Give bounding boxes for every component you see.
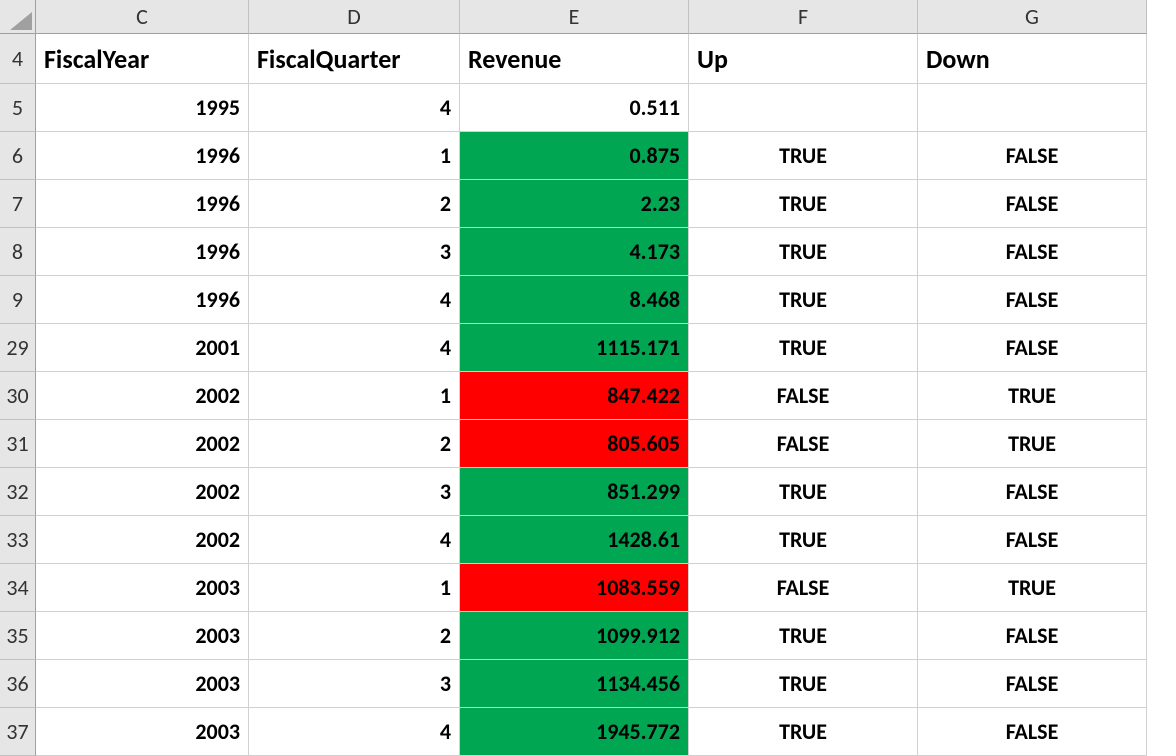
cell-e-37[interactable]: 1945.772 [460,708,689,756]
col-header-f[interactable]: F [689,0,918,34]
cell-f-34[interactable]: FALSE [689,564,918,612]
cell-f-9[interactable]: TRUE [689,276,918,324]
cell-c-29[interactable]: 2001 [36,324,249,372]
cell-g-36[interactable]: FALSE [918,660,1147,708]
cell-c-5[interactable]: 1995 [36,84,249,132]
cell-d-32[interactable]: 3 [249,468,460,516]
cell-g-31[interactable]: TRUE [918,420,1147,468]
cell-g-6[interactable]: FALSE [918,132,1147,180]
cell-c-34[interactable]: 2003 [36,564,249,612]
spreadsheet-grid[interactable]: C D E F G 4FiscalYearFiscalQuarterRevenu… [0,0,1176,756]
cell-d-5[interactable]: 4 [249,84,460,132]
cell-f-5[interactable] [689,84,918,132]
row-header-6[interactable]: 6 [0,132,36,180]
cell-c-36[interactable]: 2003 [36,660,249,708]
cell-f-30[interactable]: FALSE [689,372,918,420]
row-header-7[interactable]: 7 [0,180,36,228]
cell-f-37[interactable]: TRUE [689,708,918,756]
cell-e-30[interactable]: 847.422 [460,372,689,420]
row-header-34[interactable]: 34 [0,564,36,612]
col-header-c[interactable]: C [36,0,249,34]
cell-d-33[interactable]: 4 [249,516,460,564]
cell-c-31[interactable]: 2002 [36,420,249,468]
cell-d-37[interactable]: 4 [249,708,460,756]
cell-g-33[interactable]: FALSE [918,516,1147,564]
cell-c-6[interactable]: 1996 [36,132,249,180]
cell-g-32[interactable]: FALSE [918,468,1147,516]
cell-e-29[interactable]: 1115.171 [460,324,689,372]
cell-g-7[interactable]: FALSE [918,180,1147,228]
col-header-e[interactable]: E [460,0,689,34]
cell-d-30[interactable]: 1 [249,372,460,420]
cell-d-31[interactable]: 2 [249,420,460,468]
cell-e-6[interactable]: 0.875 [460,132,689,180]
cell-g-5[interactable] [918,84,1147,132]
cell-f-8[interactable]: TRUE [689,228,918,276]
cell-c-9[interactable]: 1996 [36,276,249,324]
header-cell-e[interactable]: Revenue [460,34,689,84]
header-cell-c[interactable]: FiscalYear [36,34,249,84]
cell-f-6[interactable]: TRUE [689,132,918,180]
cell-e-5[interactable]: 0.511 [460,84,689,132]
cell-g-29[interactable]: FALSE [918,324,1147,372]
col-header-d[interactable]: D [249,0,460,34]
cell-f-36[interactable]: TRUE [689,660,918,708]
cell-c-32[interactable]: 2002 [36,468,249,516]
cell-c-7[interactable]: 1996 [36,180,249,228]
row-header-4[interactable]: 4 [0,34,36,84]
row-header-32[interactable]: 32 [0,468,36,516]
cell-e-7[interactable]: 2.23 [460,180,689,228]
cell-d-9[interactable]: 4 [249,276,460,324]
select-all-corner[interactable] [0,0,36,34]
cell-d-6[interactable]: 1 [249,132,460,180]
select-all-triangle-icon [10,12,32,30]
row-header-29[interactable]: 29 [0,324,36,372]
cell-c-33[interactable]: 2002 [36,516,249,564]
cell-d-35[interactable]: 2 [249,612,460,660]
row-header-30[interactable]: 30 [0,372,36,420]
cell-f-33[interactable]: TRUE [689,516,918,564]
row-header-37[interactable]: 37 [0,708,36,756]
cell-d-29[interactable]: 4 [249,324,460,372]
cell-f-29[interactable]: TRUE [689,324,918,372]
cell-g-37[interactable]: FALSE [918,708,1147,756]
row-header-9[interactable]: 9 [0,276,36,324]
cell-f-35[interactable]: TRUE [689,612,918,660]
row-header-31[interactable]: 31 [0,420,36,468]
cell-d-34[interactable]: 1 [249,564,460,612]
row-header-5[interactable]: 5 [0,84,36,132]
cell-f-7[interactable]: TRUE [689,180,918,228]
row-header-33[interactable]: 33 [0,516,36,564]
cell-f-31[interactable]: FALSE [689,420,918,468]
cell-e-35[interactable]: 1099.912 [460,612,689,660]
row-header-36[interactable]: 36 [0,660,36,708]
cell-e-32[interactable]: 851.299 [460,468,689,516]
cell-e-31[interactable]: 805.605 [460,420,689,468]
cell-e-8[interactable]: 4.173 [460,228,689,276]
cell-d-8[interactable]: 3 [249,228,460,276]
header-cell-f[interactable]: Up [689,34,918,84]
cell-e-34[interactable]: 1083.559 [460,564,689,612]
row-header-35[interactable]: 35 [0,612,36,660]
cell-f-32[interactable]: TRUE [689,468,918,516]
cell-e-36[interactable]: 1134.456 [460,660,689,708]
cell-d-36[interactable]: 3 [249,660,460,708]
row-header-8[interactable]: 8 [0,228,36,276]
cell-c-30[interactable]: 2002 [36,372,249,420]
col-header-g[interactable]: G [918,0,1147,34]
cell-e-9[interactable]: 8.468 [460,276,689,324]
cell-c-37[interactable]: 2003 [36,708,249,756]
cell-g-8[interactable]: FALSE [918,228,1147,276]
cell-e-33[interactable]: 1428.61 [460,516,689,564]
cell-g-34[interactable]: TRUE [918,564,1147,612]
header-cell-g[interactable]: Down [918,34,1147,84]
cell-c-35[interactable]: 2003 [36,612,249,660]
cell-g-35[interactable]: FALSE [918,612,1147,660]
cell-d-7[interactable]: 2 [249,180,460,228]
cell-g-9[interactable]: FALSE [918,276,1147,324]
header-cell-d[interactable]: FiscalQuarter [249,34,460,84]
cell-g-30[interactable]: TRUE [918,372,1147,420]
cell-c-8[interactable]: 1996 [36,228,249,276]
